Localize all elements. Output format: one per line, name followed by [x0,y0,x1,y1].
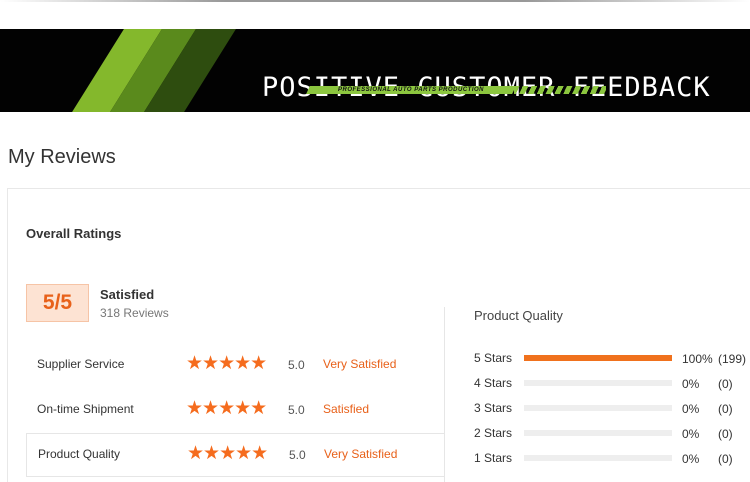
overall-ratings-heading: Overall Ratings [26,226,122,241]
percent-value: 0% [682,402,700,416]
rating-label: On-time Shipment [37,402,134,416]
star-breakdown-row: 5 Stars 100% (199) [474,349,750,367]
star-breakdown-row: 2 Stars 0% (0) [474,424,750,442]
star-rating-icon: ★★★★★ [186,353,267,374]
rating-text: Very Satisfied [323,357,397,371]
star-rating-icon: ★★★★★ [186,398,267,419]
progress-bar [524,455,672,461]
rating-value: 5.0 [289,448,306,462]
count-value: (199) [718,352,747,366]
percent-value: 0% [682,452,700,466]
banner-subtitle: PROFESSIONAL AUTO PARTS PRODUCTION [306,86,516,94]
percent-value: 100% [682,352,713,366]
percent-value: 0% [682,377,700,391]
star-rating-icon: ★★★★★ [187,443,268,464]
rating-value: 5.0 [288,358,305,372]
star-level-label: 3 Stars [474,401,513,415]
page-title: My Reviews [8,146,116,168]
ratings-panel: Supplier Service ★★★★★ 5.0 Very Satisfie… [26,307,445,482]
rating-row-on-time-shipment: On-time Shipment ★★★★★ 5.0 Satisfied [26,389,445,433]
star-level-label: 5 Stars [474,351,513,365]
product-quality-title: Product Quality [474,308,563,323]
feedback-banner: POSITIVE CUSTOMER FEEDBACK [0,29,750,112]
banner-hatch [514,86,606,94]
progress-bar [524,355,672,361]
top-strip [0,0,750,14]
rating-label: Supplier Service [37,357,125,371]
star-breakdown-row: 4 Stars 0% (0) [474,374,750,392]
star-level-label: 4 Stars [474,376,513,390]
progress-fill [524,355,672,361]
star-breakdown-row: 1 Stars 0% (0) [474,449,750,467]
percent-value: 0% [682,427,700,441]
star-level-label: 2 Stars [474,426,513,440]
rating-row-supplier-service: Supplier Service ★★★★★ 5.0 Very Satisfie… [26,344,445,388]
rating-text: Satisfied [323,402,370,416]
star-breakdown-row: 3 Stars 0% (0) [474,399,750,417]
count-value: (0) [718,427,733,441]
count-value: (0) [718,452,733,466]
divider [0,0,750,2]
rating-label: Product Quality [38,447,121,461]
progress-bar [524,430,672,436]
rating-value: 5.0 [288,403,305,417]
count-value: (0) [718,402,733,416]
star-level-label: 1 Stars [474,451,513,465]
progress-bar [524,405,672,411]
rating-row-product-quality[interactable]: Product Quality ★★★★★ 5.0 Very Satisfied [26,433,445,477]
count-value: (0) [718,377,733,391]
overall-status: Satisfied [100,287,155,302]
banner-subtitle-text: PROFESSIONAL AUTO PARTS PRODUCTION [337,87,484,93]
rating-text: Very Satisfied [324,447,398,461]
progress-bar [524,380,672,386]
